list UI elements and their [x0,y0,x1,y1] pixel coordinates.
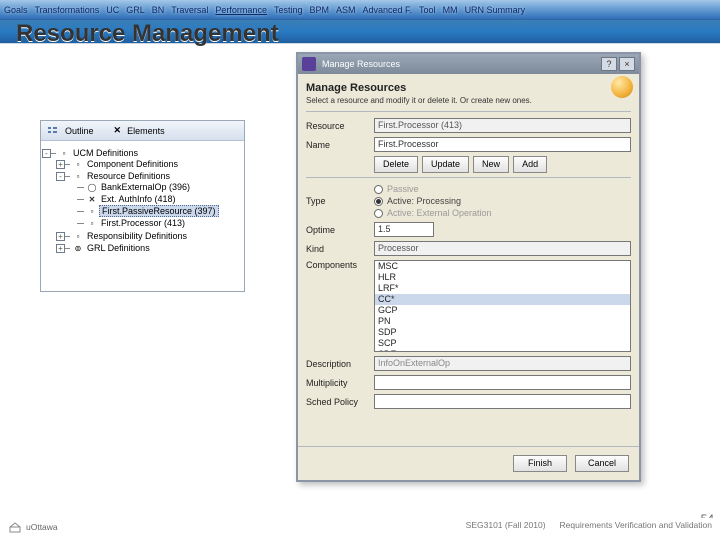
footer-topic: Requirements Verification and Validation [560,520,712,530]
expand-icon[interactable]: - [42,149,51,158]
add-button[interactable]: Add [513,156,547,173]
components-label: Components [306,260,374,270]
tree-node[interactable]: +▫Component Definitions [59,158,240,170]
manage-resources-dialog: Manage Resources ? × Manage Resources Se… [296,52,641,482]
help-icon[interactable]: ? [601,57,617,71]
component-item[interactable]: SCP [375,338,630,349]
university-logo: uOttawa [8,520,58,534]
nav-traversal[interactable]: Traversal [171,5,208,15]
name-input[interactable]: First.Processor [374,137,631,152]
tree-leaf-selected[interactable]: ▫First.PassiveResource (397) [73,205,240,217]
tree-root[interactable]: -▫UCM Definitions +▫Component Definition… [45,147,240,255]
expand-icon[interactable]: + [56,232,65,241]
schedpolicy-input[interactable] [374,394,631,409]
tree-node[interactable]: +▫Responsibility Definitions [59,230,240,242]
type-passive-radio[interactable]: Passive [374,184,492,194]
outline-panel: Outline ✕ Elements -▫UCM Definitions +▫C… [40,120,245,292]
finish-button[interactable]: Finish [513,455,567,472]
expand-icon[interactable]: + [56,160,65,169]
nav-bn[interactable]: BN [152,5,165,15]
tree-leaf[interactable]: ▫First.Processor (413) [73,217,240,229]
kind-select[interactable]: Processor [374,241,631,256]
nav-uc[interactable]: UC [106,5,119,15]
elements-tab-x: ✕ [114,125,122,136]
nav-performance[interactable]: Performance [215,5,267,15]
multiplicity-input[interactable] [374,375,631,390]
nav-asm[interactable]: ASM [336,5,356,15]
nav-advanced-f-[interactable]: Advanced F. [363,5,413,15]
dialog-subtitle: Select a resource and modify it or delet… [306,96,631,105]
resource-select[interactable]: First.Processor (413) [374,118,631,133]
nav-urn-summary[interactable]: URN Summary [465,5,526,15]
kind-label: Kind [306,244,374,254]
schedpolicy-label: Sched Policy [306,397,374,407]
components-listbox[interactable]: MSCHLRLRF*CC*GCPPNSDPSCPSDF [374,260,631,352]
component-item[interactable]: SDF [375,349,630,352]
optime-input[interactable]: 1.5 [374,222,434,237]
dialog-title: Manage Resources [322,59,400,69]
badge-icon [611,76,633,98]
nav-bpm[interactable]: BPM [309,5,329,15]
elements-tab[interactable]: Elements [127,126,165,136]
delete-button[interactable]: Delete [374,156,418,173]
expand-icon[interactable]: + [56,244,65,253]
tree-node[interactable]: -▫Resource Definitions ◯BankExternalOp (… [59,170,240,230]
multiplicity-label: Multiplicity [306,378,374,388]
component-item[interactable]: PN [375,316,630,327]
type-active-processing-radio[interactable]: Active: Processing [374,196,492,206]
nav-grl[interactable]: GRL [126,5,145,15]
tree-leaf[interactable]: ✕Ext. AuthInfo (418) [73,193,240,205]
outline-icon [47,125,59,137]
description-readonly: InfoOnExternalOp [374,356,631,371]
close-icon[interactable]: × [619,57,635,71]
dialog-heading: Manage Resources [306,82,631,94]
component-item[interactable]: LRF* [375,283,630,294]
component-item[interactable]: MSC [375,261,630,272]
resource-label: Resource [306,121,374,131]
component-item[interactable]: SDP [375,327,630,338]
nav-mm[interactable]: MM [443,5,458,15]
name-label: Name [306,140,374,150]
cancel-button[interactable]: Cancel [575,455,629,472]
nav-testing[interactable]: Testing [274,5,303,15]
update-button[interactable]: Update [422,156,469,173]
type-label: Type [306,196,374,206]
component-item[interactable]: CC* [375,294,630,305]
dialog-titlebar[interactable]: Manage Resources ? × [298,54,639,74]
tree-node[interactable]: +⊚GRL Definitions [59,242,240,254]
nav-tool[interactable]: Tool [419,5,436,15]
nav-goals[interactable]: Goals [4,5,28,15]
new-button[interactable]: New [473,156,509,173]
expand-icon[interactable]: - [56,172,65,181]
optime-label: Optime [306,225,374,235]
page-title: Resource Management [16,20,279,48]
outline-tab[interactable]: Outline [65,126,94,136]
app-icon [302,57,316,71]
tree-leaf[interactable]: ◯BankExternalOp (396) [73,181,240,193]
component-item[interactable]: HLR [375,272,630,283]
type-active-external-radio[interactable]: Active: External Operation [374,208,492,218]
component-item[interactable]: GCP [375,305,630,316]
description-label: Description [306,359,374,369]
footer-course: SEG3101 (Fall 2010) [466,520,546,530]
nav-transformations[interactable]: Transformations [35,5,100,15]
